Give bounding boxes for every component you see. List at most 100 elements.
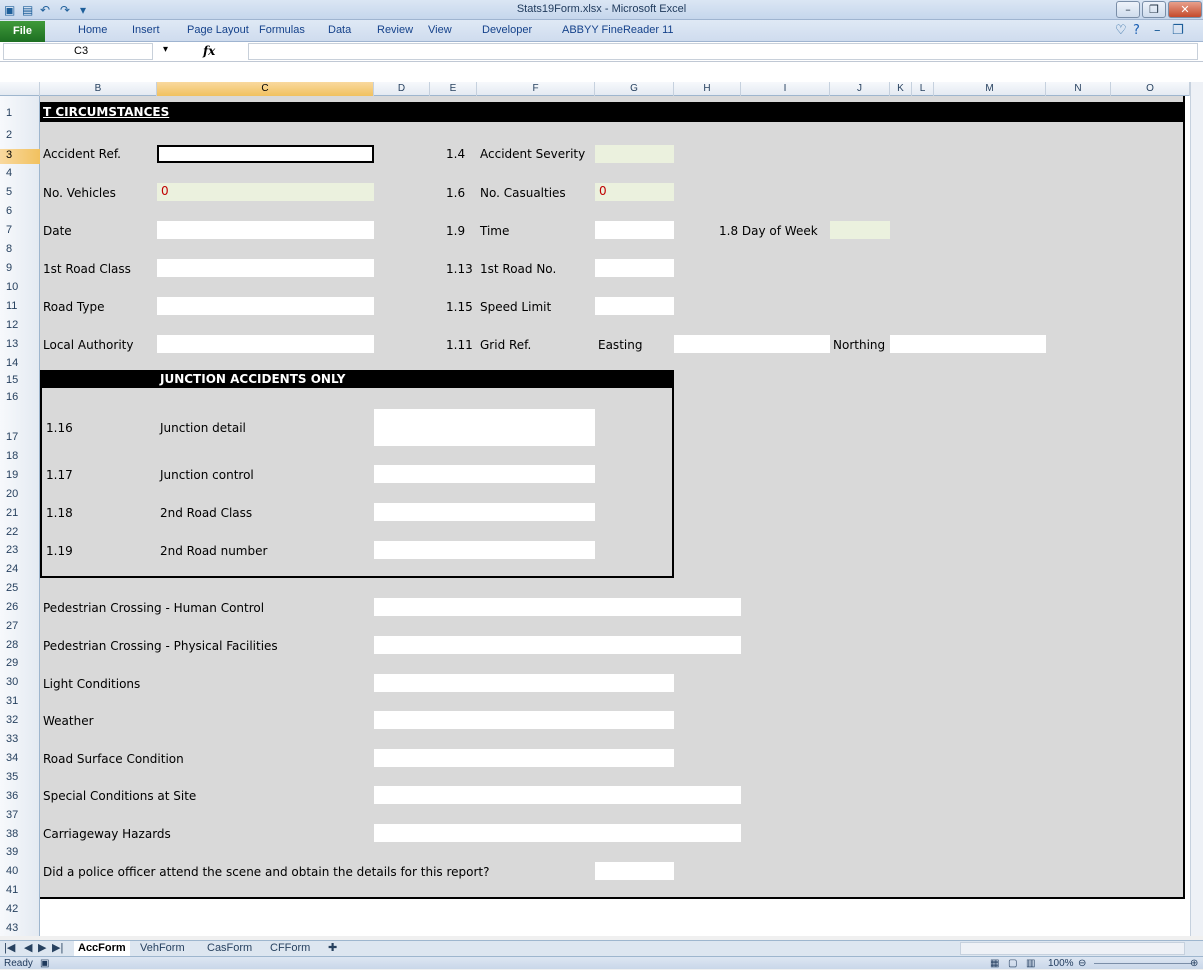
date-input[interactable]: [157, 221, 374, 239]
row-header[interactable]: 31: [0, 695, 40, 710]
row-header[interactable]: 21: [0, 507, 40, 522]
row-header[interactable]: 10: [0, 281, 40, 296]
road-class-1-input[interactable]: [157, 259, 374, 277]
workbook-minimize-icon[interactable]: –: [1154, 23, 1161, 38]
minimize-ribbon-icon[interactable]: ♡: [1115, 23, 1127, 38]
prev-sheet-icon[interactable]: ◀: [24, 941, 32, 956]
column-header[interactable]: I: [741, 82, 830, 96]
road-surface-input[interactable]: [374, 749, 674, 767]
row-header[interactable]: 24: [0, 563, 40, 578]
zoom-slider[interactable]: [1094, 963, 1192, 964]
column-header[interactable]: O: [1111, 82, 1190, 96]
minimize-icon[interactable]: –: [1116, 1, 1140, 18]
road-class-2-input[interactable]: [374, 503, 595, 521]
tab-formulas[interactable]: Formulas: [259, 24, 305, 36]
name-box[interactable]: C3: [3, 43, 153, 60]
normal-view-icon[interactable]: ▦: [990, 957, 999, 970]
column-header[interactable]: F: [477, 82, 595, 96]
row-header[interactable]: 32: [0, 714, 40, 729]
tab-view[interactable]: View: [428, 24, 452, 36]
sheet-tab-accform[interactable]: AccForm: [74, 941, 130, 956]
column-header[interactable]: G: [595, 82, 674, 96]
weather-input[interactable]: [374, 711, 674, 729]
tab-file[interactable]: File: [0, 21, 45, 42]
vertical-scrollbar[interactable]: [1190, 82, 1203, 936]
row-header[interactable]: 41: [0, 884, 40, 899]
junction-detail-input[interactable]: [374, 409, 595, 446]
column-header[interactable]: K: [890, 82, 912, 96]
column-header[interactable]: J: [830, 82, 890, 96]
close-icon[interactable]: ✕: [1168, 1, 1202, 18]
row-header[interactable]: 30: [0, 676, 40, 691]
ped-human-input[interactable]: [374, 598, 741, 616]
tab-data[interactable]: Data: [328, 24, 351, 36]
formula-input[interactable]: [248, 43, 1198, 60]
road-type-input[interactable]: [157, 297, 374, 315]
row-header[interactable]: 2: [0, 129, 40, 144]
row-header[interactable]: 27: [0, 620, 40, 635]
row-header[interactable]: 25: [0, 582, 40, 597]
select-all-corner[interactable]: [0, 82, 40, 96]
row-header[interactable]: 8: [0, 243, 40, 258]
page-break-view-icon[interactable]: ▥: [1026, 957, 1035, 970]
tab-insert[interactable]: Insert: [132, 24, 160, 36]
first-sheet-icon[interactable]: |◀: [4, 941, 15, 956]
page-layout-view-icon[interactable]: ▢: [1008, 957, 1017, 970]
row-header[interactable]: 38: [0, 828, 40, 843]
row-header[interactable]: 7: [0, 224, 40, 239]
column-header[interactable]: C: [157, 82, 374, 96]
zoom-in-icon[interactable]: ⊕: [1190, 957, 1198, 970]
workbook-restore-icon[interactable]: ❐: [1172, 23, 1184, 38]
insert-function-icon[interactable]: fx: [203, 44, 215, 58]
name-box-dropdown-icon[interactable]: ▾: [163, 44, 168, 55]
tab-page-layout[interactable]: Page Layout: [187, 24, 249, 36]
junction-control-input[interactable]: [374, 465, 595, 483]
row-header[interactable]: 33: [0, 733, 40, 748]
row-header[interactable]: 16: [0, 391, 40, 406]
tab-review[interactable]: Review: [377, 24, 413, 36]
row-header[interactable]: 9: [0, 262, 40, 277]
macro-record-icon[interactable]: ▣: [40, 957, 49, 970]
row-header[interactable]: 35: [0, 771, 40, 786]
row-header[interactable]: 26: [0, 601, 40, 616]
column-header[interactable]: E: [430, 82, 477, 96]
row-header[interactable]: 14: [0, 357, 40, 372]
next-sheet-icon[interactable]: ▶: [38, 941, 46, 956]
sheet-tab-cfform[interactable]: CFForm: [270, 941, 310, 956]
row-header[interactable]: 29: [0, 657, 40, 672]
tab-developer[interactable]: Developer: [482, 24, 532, 36]
time-input[interactable]: [595, 221, 674, 239]
row-header[interactable]: 18: [0, 450, 40, 465]
northing-input[interactable]: [890, 335, 1046, 353]
row-header[interactable]: 36: [0, 790, 40, 805]
ped-physical-input[interactable]: [374, 636, 741, 654]
row-header[interactable]: 6: [0, 205, 40, 220]
accident-ref-input[interactable]: [157, 145, 374, 163]
zoom-out-icon[interactable]: ⊖: [1078, 957, 1086, 970]
road-no-1-input[interactable]: [595, 259, 674, 277]
row-header[interactable]: 19: [0, 469, 40, 484]
row-header[interactable]: 20: [0, 488, 40, 503]
column-header[interactable]: N: [1046, 82, 1111, 96]
sheet-tab-casform[interactable]: CasForm: [207, 941, 252, 956]
row-header[interactable]: 13: [0, 338, 40, 353]
column-header[interactable]: H: [674, 82, 741, 96]
row-header[interactable]: 34: [0, 752, 40, 767]
last-sheet-icon[interactable]: ▶|: [52, 941, 63, 956]
row-header[interactable]: 5: [0, 186, 40, 201]
column-header[interactable]: L: [912, 82, 934, 96]
speed-limit-input[interactable]: [595, 297, 674, 315]
police-input[interactable]: [595, 862, 674, 880]
row-header[interactable]: 39: [0, 846, 40, 861]
row-header[interactable]: 22: [0, 526, 40, 541]
row-header[interactable]: 17: [0, 431, 40, 446]
road-number-2-input[interactable]: [374, 541, 595, 559]
column-header[interactable]: M: [934, 82, 1046, 96]
row-header[interactable]: 43: [0, 922, 40, 937]
row-header[interactable]: 15: [0, 374, 40, 389]
local-authority-input[interactable]: [157, 335, 374, 353]
row-header[interactable]: 40: [0, 865, 40, 880]
row-header[interactable]: 11: [0, 300, 40, 315]
row-header[interactable]: 42: [0, 903, 40, 918]
hazards-input[interactable]: [374, 824, 741, 842]
